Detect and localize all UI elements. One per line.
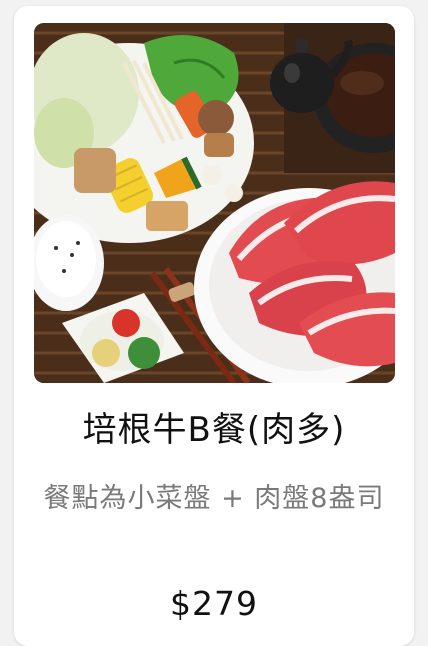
menu-item-price: $279	[170, 584, 258, 623]
menu-item-name: 培根牛B餐(肉多)	[82, 410, 346, 450]
menu-item-photo[interactable]	[34, 23, 395, 383]
menu-item-description: 餐點為小菜盤 + 肉盤8盎司	[43, 483, 385, 514]
menu-item-card[interactable]: 培根牛B餐(肉多) 餐點為小菜盤 + 肉盤8盎司 $279	[14, 6, 414, 646]
hot-pot-set-image	[34, 23, 395, 383]
